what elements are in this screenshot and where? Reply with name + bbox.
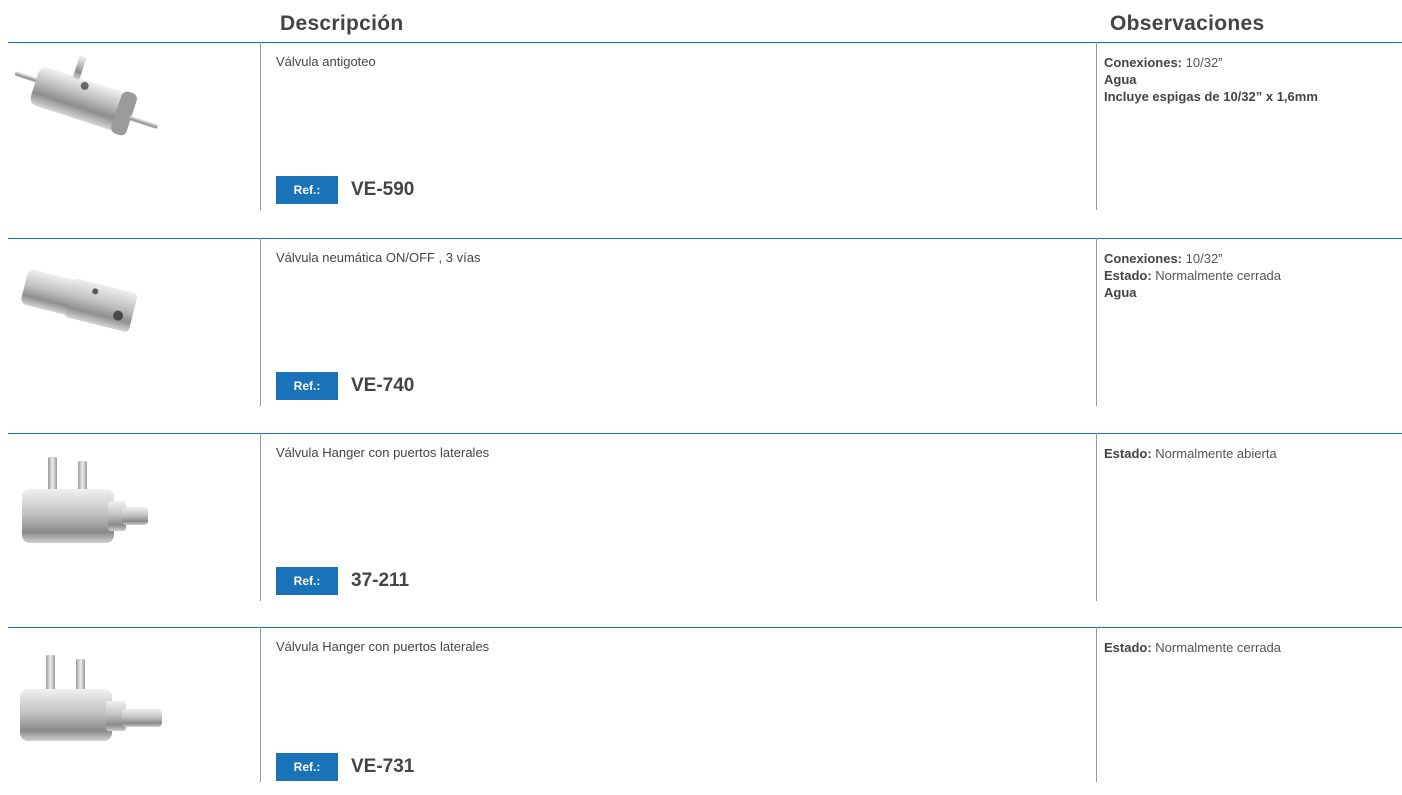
obs-line: Conexiones: 10/32” — [1104, 55, 1223, 70]
row-divider — [8, 433, 1402, 434]
header-descripcion: Descripción — [280, 12, 404, 35]
valve-antigoteo-image — [14, 55, 158, 136]
obs-line: Estado: Normalmente cerrada — [1104, 268, 1282, 283]
ref-badge: Ref.: — [276, 176, 338, 204]
product-row: Válvula Hanger con puertos laterales Ref… — [8, 627, 1402, 795]
column-divider — [1096, 433, 1097, 601]
ref-code: VE-731 — [351, 756, 415, 777]
ref-badge: Ref.: — [276, 372, 338, 400]
product-description: Válvula Hanger con puertos laterales — [276, 639, 490, 654]
product-row: Válvula Hanger con puertos laterales Ref… — [8, 433, 1402, 601]
column-divider — [260, 42, 261, 210]
valve-hanger-image — [20, 655, 162, 741]
obs-line: Conexiones: 10/32” — [1104, 251, 1223, 266]
observaciones: Estado: Normalmente abierta — [1104, 445, 1402, 462]
column-divider — [1096, 42, 1097, 210]
column-divider — [260, 627, 261, 782]
column-divider — [260, 238, 261, 406]
ref-badge: Ref.: — [276, 753, 338, 781]
row-divider — [8, 42, 1402, 43]
ref-code: VE-590 — [351, 179, 415, 200]
header-observaciones: Observaciones — [1110, 12, 1265, 35]
valve-neumatica-image — [21, 269, 138, 332]
obs-line: Agua — [1104, 285, 1137, 300]
obs-line: Agua — [1104, 72, 1137, 87]
obs-line: Estado: Normalmente cerrada — [1104, 640, 1282, 655]
column-divider — [1096, 627, 1097, 782]
observaciones: Estado: Normalmente cerrada — [1104, 639, 1402, 656]
obs-line: Incluye espigas de 10/32” x 1,6mm — [1104, 89, 1318, 104]
product-description: Válvula neumática ON/OFF , 3 vías — [276, 250, 481, 265]
column-divider — [260, 433, 261, 601]
row-divider — [8, 238, 1402, 239]
obs-line: Estado: Normalmente abierta — [1104, 446, 1277, 461]
ref-code: VE-740 — [351, 375, 415, 396]
ref-badge: Ref.: — [276, 567, 338, 595]
column-divider — [1096, 238, 1097, 406]
row-divider — [8, 627, 1402, 628]
observaciones: Conexiones: 10/32” Agua Incluye espigas … — [1104, 54, 1402, 105]
product-row: Válvula neumática ON/OFF , 3 vías Ref.: … — [8, 238, 1402, 406]
product-description: Válvula Hanger con puertos laterales — [276, 445, 490, 460]
product-description: Válvula antigoteo — [276, 54, 376, 69]
product-row: Válvula antigoteo Ref.: VE-590 Conexione… — [8, 42, 1402, 210]
observaciones: Conexiones: 10/32” Estado: Normalmente c… — [1104, 250, 1402, 301]
valve-hanger-image — [22, 457, 148, 543]
ref-code: 37-211 — [351, 570, 410, 591]
